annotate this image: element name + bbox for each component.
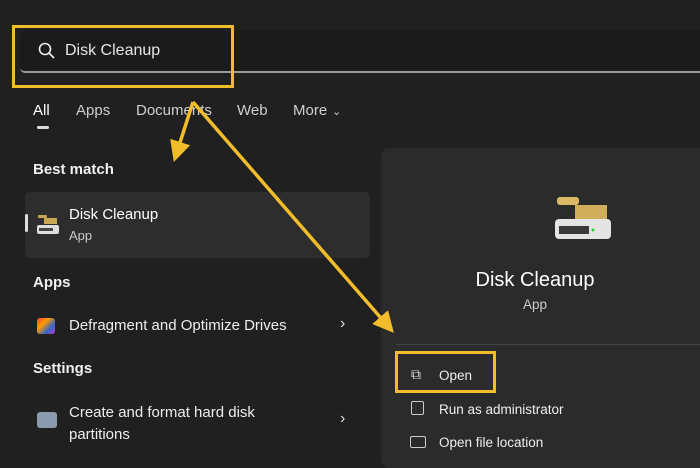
arrow-to-best-match (170, 101, 195, 163)
annotation-arrows (170, 100, 394, 333)
arrow-to-open (191, 100, 394, 333)
